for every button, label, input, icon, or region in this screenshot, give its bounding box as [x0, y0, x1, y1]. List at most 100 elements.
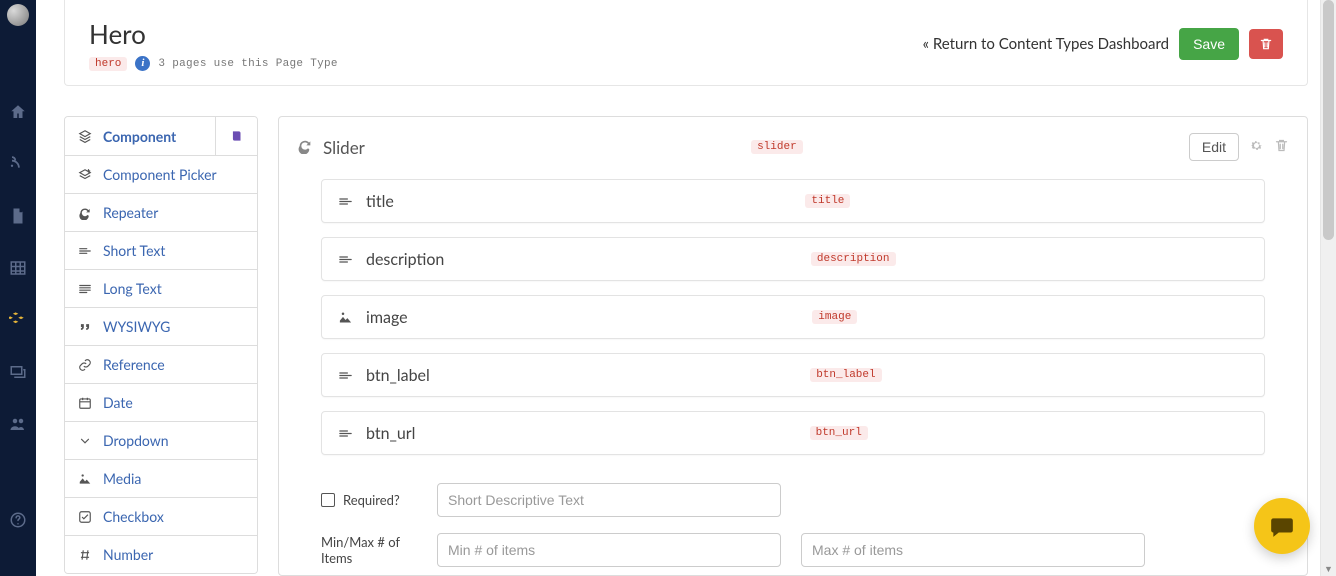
nav-pages[interactable] [0, 190, 36, 242]
header-card: Hero hero i 3 pages use this Page Type «… [64, 0, 1308, 86]
required-label-text: Required? [343, 492, 400, 508]
image-icon [77, 472, 93, 486]
header-actions: « Return to Content Types Dashboard Save [923, 18, 1283, 60]
field-type-repeater[interactable]: Repeater [65, 193, 257, 231]
field-slug: title [805, 194, 850, 208]
field-type-date[interactable]: Date [65, 383, 257, 421]
field-type-component-picker[interactable]: Component Picker [65, 155, 257, 193]
short-text-icon [77, 244, 93, 258]
layers-icon [77, 129, 93, 143]
hash-icon [77, 548, 93, 562]
field-type-reference[interactable]: Reference [65, 345, 257, 383]
minmax-label: Min/Max # of Items [321, 534, 417, 566]
nav-components[interactable] [0, 294, 36, 346]
field-type-column: Component Component Picker Repeater Short T… [64, 116, 258, 576]
field-type-label: Checkbox [103, 508, 245, 525]
field-type-label: Short Text [103, 242, 245, 259]
header-left: Hero hero i 3 pages use this Page Type [89, 18, 338, 71]
min-items-input[interactable] [437, 533, 781, 567]
trash-icon [1259, 37, 1273, 51]
panel-head: Slider slider Edit [297, 133, 1289, 161]
page-title: Hero [89, 18, 338, 50]
image-icon [336, 310, 354, 325]
delete-button[interactable] [1249, 29, 1283, 59]
short-text-icon [336, 426, 354, 441]
field-type-long-text[interactable]: Long Text [65, 269, 257, 307]
info-icon[interactable]: i [135, 56, 150, 71]
nav-tables[interactable] [0, 242, 36, 294]
avatar[interactable] [7, 4, 29, 26]
layers-plus-icon [77, 168, 93, 182]
nav-gallery[interactable] [0, 346, 36, 398]
field-slug: btn_label [810, 368, 881, 382]
field-name: btn_url [366, 424, 415, 443]
field-row-image[interactable]: imageimage [321, 295, 1265, 339]
calendar-icon [77, 396, 93, 410]
panel-title: Slider [323, 137, 365, 158]
nav-help[interactable] [0, 494, 36, 546]
field-type-label: Number [103, 546, 245, 563]
long-text-icon [77, 282, 93, 296]
slug-tag: hero [89, 57, 127, 71]
minmax-row: Min/Max # of Items [321, 533, 1265, 567]
required-checkbox[interactable] [321, 493, 335, 507]
field-name: btn_label [366, 366, 430, 385]
short-text-icon [336, 368, 354, 383]
field-type-label: Long Text [103, 280, 245, 297]
refresh-icon [77, 206, 93, 220]
usage-text: 3 pages use this Page Type [158, 58, 337, 70]
field-type-label: Component Picker [103, 166, 245, 183]
field-name: image [366, 308, 408, 327]
field-type-dropdown[interactable]: Dropdown [65, 421, 257, 459]
field-type-label: Media [103, 470, 245, 487]
field-type-wysiwyg[interactable]: WYSIWYG [65, 307, 257, 345]
edit-button[interactable]: Edit [1189, 133, 1239, 161]
nav-blog[interactable] [0, 138, 36, 190]
chat-fab[interactable] [1254, 498, 1310, 554]
nav-home[interactable] [0, 86, 36, 138]
field-slug: btn_url [810, 426, 868, 440]
short-text-icon [336, 194, 354, 209]
gear-icon[interactable] [1249, 138, 1264, 156]
save-button[interactable]: Save [1179, 28, 1239, 60]
config-section: Required? Min/Max # of Items [297, 483, 1289, 567]
editor-column: Slider slider Edit title title description… [278, 116, 1308, 576]
book-icon[interactable] [215, 116, 257, 156]
link-icon [77, 358, 93, 372]
field-type-checkbox[interactable]: Checkbox [65, 497, 257, 535]
field-type-label: Reference [103, 356, 245, 373]
short-text-icon [336, 252, 354, 267]
field-type-number[interactable]: Number [65, 535, 257, 573]
field-row-btn_url[interactable]: btn_url btn_url [321, 411, 1265, 455]
field-row-title[interactable]: title title [321, 179, 1265, 223]
chat-icon [1269, 513, 1295, 539]
editor-panel: Slider slider Edit title title description… [278, 116, 1308, 576]
field-delete-icon[interactable] [1274, 138, 1289, 156]
field-type-label: Dropdown [103, 432, 245, 449]
field-type-media[interactable]: Media [65, 459, 257, 497]
app-root: Hero hero i 3 pages use this Page Type «… [0, 0, 1336, 576]
scrollbar-thumb[interactable] [1323, 0, 1334, 240]
panel-actions: Edit [1189, 133, 1289, 161]
field-group: title title description description imageima… [297, 179, 1289, 455]
sidenav [0, 0, 36, 576]
field-type-component[interactable]: Component [65, 117, 257, 155]
repeater-icon [297, 138, 313, 157]
field-type-list: Component Component Picker Repeater Short T… [64, 116, 258, 574]
nav-users[interactable] [0, 398, 36, 450]
field-name: description [366, 250, 444, 269]
quote-icon [77, 320, 93, 334]
field-row-btn_label[interactable]: btn_label btn_label [321, 353, 1265, 397]
max-items-input[interactable] [801, 533, 1145, 567]
required-row: Required? [321, 483, 1265, 517]
field-type-short-text[interactable]: Short Text [65, 231, 257, 269]
field-type-label: Date [103, 394, 245, 411]
chevron-down-icon [77, 434, 93, 448]
field-name: title [366, 192, 394, 211]
scrollbar[interactable]: ▲ ▼ [1320, 0, 1336, 576]
descriptive-input[interactable] [437, 483, 781, 517]
required-label: Required? [321, 492, 417, 508]
field-slug: description [811, 252, 896, 266]
dashboard-link[interactable]: « Return to Content Types Dashboard [923, 35, 1170, 53]
field-row-description[interactable]: description description [321, 237, 1265, 281]
